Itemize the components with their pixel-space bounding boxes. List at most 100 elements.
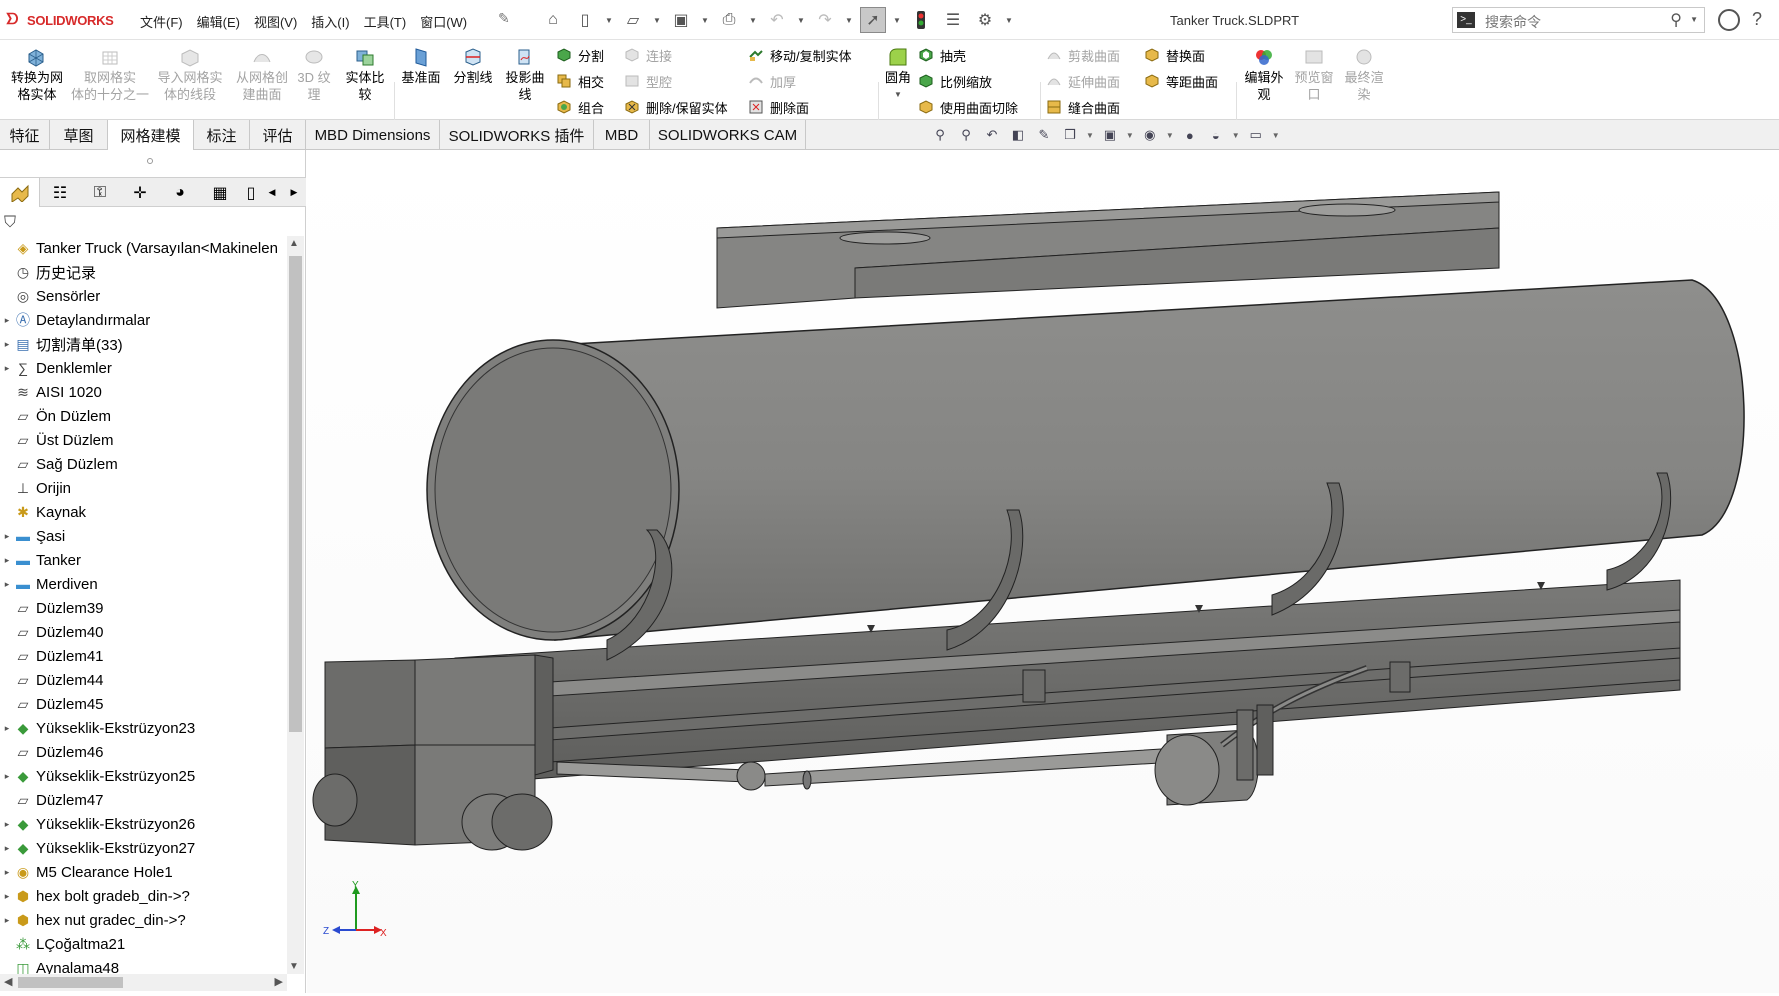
- expand-arrow-icon[interactable]: ▸: [0, 915, 14, 926]
- chevron-down-icon[interactable]: ▼: [604, 16, 614, 25]
- tree-item[interactable]: ▱ Düzlem44: [0, 668, 104, 692]
- menu-view[interactable]: 视图(V): [254, 12, 297, 31]
- cam-tab-icon[interactable]: ▦: [200, 178, 240, 207]
- tab-solidworks-addins[interactable]: SOLIDWORKS 插件: [440, 120, 594, 150]
- filter-icon[interactable]: ⛉: [4, 214, 16, 232]
- tree-item[interactable]: ▸ ◆ Yükseklik-Ekstrüzyon25: [0, 764, 196, 788]
- chevron-down-icon[interactable]: ▼: [1272, 131, 1280, 140]
- print-icon[interactable]: ⎙: [716, 7, 742, 33]
- tree-item[interactable]: ▱ Düzlem39: [0, 596, 104, 620]
- body-compare-button[interactable]: 实体比 较: [340, 46, 390, 103]
- move-copy-body-button[interactable]: 移动/复制实体: [748, 44, 852, 66]
- zoom-to-fit-icon[interactable]: ⚲: [930, 126, 950, 144]
- tree-item[interactable]: ▸ ▬ Şasi: [0, 524, 65, 548]
- tree-item[interactable]: ✱ Kaynak: [0, 500, 86, 524]
- delete-keep-body-button[interactable]: 删除/保留实体: [624, 96, 728, 118]
- section-view-icon[interactable]: ◧: [1008, 126, 1028, 144]
- knit-surface-button[interactable]: 缝合曲面: [1046, 96, 1120, 118]
- fillet-button[interactable]: 圆角 ▼: [882, 46, 914, 103]
- import-mesh-segments-button[interactable]: 导入网格实 体的线段: [152, 46, 228, 103]
- expand-arrow-icon[interactable]: ▸: [0, 363, 14, 374]
- graphics-area[interactable]: [307, 150, 1779, 993]
- tab-features[interactable]: 特征: [0, 120, 50, 150]
- split-line-button[interactable]: 分割线: [448, 46, 498, 86]
- chevron-left-icon[interactable]: ◀: [4, 975, 12, 988]
- open-icon[interactable]: ▱: [620, 7, 646, 33]
- tree-item[interactable]: ▱ Düzlem40: [0, 620, 104, 644]
- extend-surface-button[interactable]: 延伸曲面: [1046, 70, 1120, 92]
- reference-plane-button[interactable]: 基准面: [398, 46, 444, 86]
- scale-button[interactable]: 比例缩放: [918, 70, 992, 92]
- thicken-button[interactable]: 加厚: [748, 70, 796, 92]
- edit-appearance-icon[interactable]: ●: [1180, 126, 1200, 144]
- expand-arrow-icon[interactable]: ▸: [0, 555, 14, 566]
- expand-arrow-icon[interactable]: ▸: [0, 723, 14, 734]
- view-orientation-icon[interactable]: ❒: [1060, 126, 1080, 144]
- expand-arrow-icon[interactable]: ▸: [0, 771, 14, 782]
- user-account-icon[interactable]: [1718, 9, 1740, 31]
- save-icon[interactable]: ▣: [668, 7, 694, 33]
- options-gear-icon[interactable]: ⚙: [972, 7, 998, 33]
- chevron-down-icon[interactable]: ▼: [844, 16, 854, 25]
- tree-horizontal-scrollbar[interactable]: ◀ ▶: [0, 974, 287, 991]
- chevron-down-icon[interactable]: ▼: [1232, 131, 1240, 140]
- redo-icon[interactable]: ↷: [812, 7, 838, 33]
- split-button[interactable]: 分割: [556, 44, 604, 66]
- tab-mbd-dimensions[interactable]: MBD Dimensions: [306, 120, 440, 150]
- scroll-right-icon[interactable]: ▶: [284, 178, 304, 207]
- chevron-down-icon[interactable]: ▼: [700, 16, 710, 25]
- menu-insert[interactable]: 插入(I): [311, 12, 349, 31]
- tree-item[interactable]: ▸ ▬ Tanker: [0, 548, 81, 572]
- tree-item[interactable]: ▱ Ön Düzlem: [0, 404, 111, 428]
- pin-icon[interactable]: ✎: [498, 10, 510, 27]
- projected-curve-button[interactable]: 投影曲 线: [502, 46, 548, 103]
- scroll-left-icon[interactable]: ◀: [262, 178, 282, 207]
- undo-icon[interactable]: ↶: [764, 7, 790, 33]
- join-button[interactable]: 连接: [624, 44, 672, 66]
- previous-view-icon[interactable]: ↶: [982, 126, 1002, 144]
- tree-item[interactable]: ▸ ⬢ hex bolt gradeb_din->?: [0, 884, 190, 908]
- replace-face-button[interactable]: 替换面: [1144, 44, 1205, 66]
- tab-sketch[interactable]: 草图: [50, 120, 108, 150]
- tree-item[interactable]: ▸ ▤ 切割清单(33): [0, 332, 123, 356]
- tree-vertical-scrollbar[interactable]: ▲ ▼: [287, 236, 304, 974]
- tanker-truck-model[interactable]: [307, 150, 1779, 993]
- select-arrow-icon[interactable]: ➚: [860, 7, 886, 33]
- feature-manager-tab-icon[interactable]: [0, 178, 40, 207]
- chevron-down-icon[interactable]: ▼: [748, 16, 758, 25]
- tree-item[interactable]: ▸ ▬ Merdiven: [0, 572, 98, 596]
- chevron-down-icon[interactable]: ▼: [652, 16, 662, 25]
- view-settings-icon[interactable]: ▭: [1246, 126, 1266, 144]
- tree-item[interactable]: ▸ ∑ Denklemler: [0, 356, 112, 380]
- final-render-button[interactable]: 最终渲 染: [1340, 46, 1388, 103]
- tree-item[interactable]: ▱ Üst Düzlem: [0, 428, 114, 452]
- chevron-down-icon[interactable]: ▼: [892, 16, 902, 25]
- chevron-down-icon[interactable]: ▼: [1126, 131, 1134, 140]
- property-manager-tab-icon[interactable]: ☷: [40, 178, 80, 207]
- intersect-button[interactable]: 相交: [556, 70, 604, 92]
- edit-appearance-button[interactable]: 编辑外 观: [1240, 46, 1288, 103]
- file-properties-icon[interactable]: ☰: [940, 7, 966, 33]
- tree-item[interactable]: ▱ Düzlem46: [0, 740, 104, 764]
- tree-item[interactable]: ▱ Düzlem47: [0, 788, 104, 812]
- dynamic-annotation-icon[interactable]: ✎: [1034, 126, 1054, 144]
- tree-item[interactable]: ▸ ⬢ hex nut gradec_din->?: [0, 908, 186, 932]
- apply-scene-icon[interactable]: ◒: [1206, 126, 1226, 144]
- expand-arrow-icon[interactable]: ▸: [0, 819, 14, 830]
- shell-button[interactable]: 抽壳: [918, 44, 966, 66]
- chevron-down-icon[interactable]: ▼: [1690, 15, 1698, 24]
- tab-evaluate[interactable]: 评估: [250, 120, 306, 150]
- expand-arrow-icon[interactable]: ▸: [0, 531, 14, 542]
- configuration-manager-tab-icon[interactable]: ⚿: [80, 178, 120, 207]
- expand-arrow-icon[interactable]: ▸: [0, 339, 14, 350]
- scrollbar-thumb[interactable]: [289, 256, 302, 732]
- tree-item[interactable]: ▱ Sağ Düzlem: [0, 452, 118, 476]
- cavity-button[interactable]: 型腔: [624, 70, 672, 92]
- expand-arrow-icon[interactable]: ▸: [0, 315, 14, 326]
- combine-button[interactable]: 组合: [556, 96, 604, 118]
- offset-surface-button[interactable]: 等距曲面: [1144, 70, 1218, 92]
- new-document-icon[interactable]: ▯: [572, 7, 598, 33]
- tab-markup[interactable]: 标注: [194, 120, 250, 150]
- chevron-right-icon[interactable]: ▶: [275, 975, 283, 988]
- tree-item[interactable]: ◫ Aynalama48: [0, 956, 119, 975]
